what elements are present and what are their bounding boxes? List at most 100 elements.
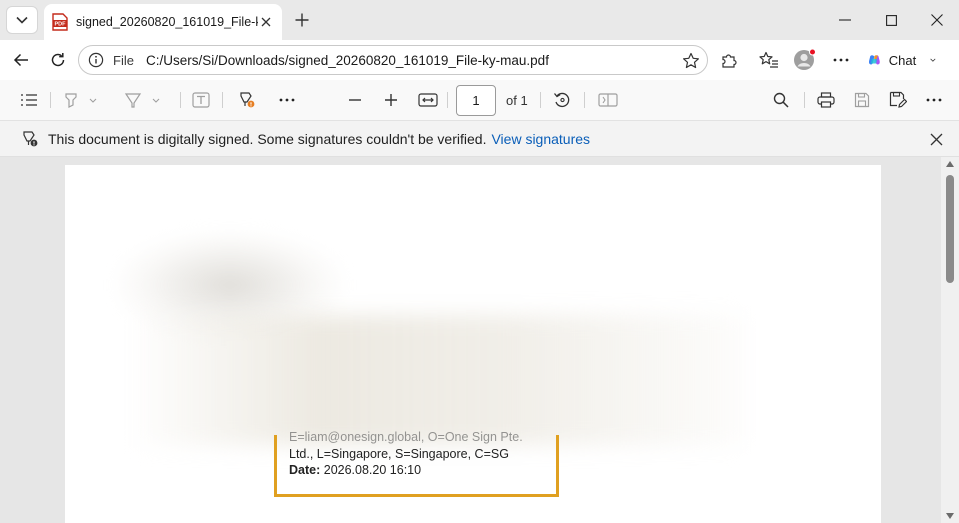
add-text-button[interactable] <box>190 88 212 112</box>
toolbar-divider <box>540 92 541 108</box>
toolbar-divider <box>584 92 585 108</box>
toolbar-divider <box>804 92 805 108</box>
scrollbar-thumb[interactable] <box>946 175 954 283</box>
address-bar-row: File C:/Users/Si/Downloads/signed_202608… <box>0 40 959 80</box>
refresh-button[interactable] <box>43 46 73 74</box>
refresh-icon <box>51 53 65 67</box>
scroll-down-arrow-icon[interactable] <box>946 513 954 519</box>
tab-actions-menu-button[interactable] <box>6 6 38 34</box>
chevron-down-icon[interactable] <box>930 57 936 63</box>
pdf-page[interactable]: E=liam@onesign.global, O=One Sign Pte. L… <box>65 165 881 523</box>
plus-icon <box>385 94 397 106</box>
pdf-favicon-label: PDF <box>55 22 67 28</box>
toolbar-divider <box>50 92 51 108</box>
more-horizontal-icon <box>926 98 942 102</box>
back-button[interactable] <box>6 46 36 74</box>
zoom-in-button[interactable] <box>380 88 402 112</box>
more-horizontal-icon <box>279 98 295 102</box>
contents-button[interactable] <box>18 88 40 112</box>
print-button[interactable] <box>814 88 838 112</box>
settings-more-button[interactable] <box>826 46 856 74</box>
minimize-button[interactable] <box>827 6 863 34</box>
signature-subject-line-partial: E=liam@onesign.global, O=One Sign Pte. <box>289 430 523 444</box>
pen-icon <box>124 93 142 108</box>
save-icon <box>854 92 870 108</box>
tab-strip: PDF signed_20260820_161019_File-ky-mau.p… <box>0 0 959 40</box>
url-text[interactable]: C:/Users/Si/Downloads/signed_20260820_16… <box>146 53 549 68</box>
chevron-down-icon <box>16 16 28 24</box>
toolbar-divider <box>180 92 181 108</box>
signature-subject-line: Ltd., L=Singapore, S=Singapore, C=SG <box>289 446 509 461</box>
signature-appearance-box[interactable]: E=liam@onesign.global, O=One Sign Pte. L… <box>274 430 559 497</box>
info-icon[interactable] <box>87 51 105 69</box>
profile-button[interactable] <box>790 46 820 74</box>
save-as-icon <box>889 91 907 108</box>
view-signatures-link[interactable]: View signatures <box>491 131 590 147</box>
chat-label: Chat <box>888 52 917 68</box>
info-bar-message: This document is digitally signed. Some … <box>48 130 487 147</box>
close-icon <box>261 17 271 27</box>
address-bar[interactable]: File C:/Users/Si/Downloads/signed_202608… <box>78 45 708 75</box>
pdf-toolbar: 1 of 1 <box>0 80 959 121</box>
more-tools-button[interactable] <box>276 88 298 112</box>
signature-date-value: 2026.08.20 16:10 <box>323 463 422 477</box>
copilot-icon <box>868 55 880 65</box>
toolbar-divider <box>447 92 448 108</box>
close-tab-button[interactable] <box>258 14 274 30</box>
draw-button[interactable] <box>120 88 164 112</box>
favorites-list-icon <box>759 51 778 68</box>
printer-icon <box>817 92 835 108</box>
page-view-button[interactable] <box>596 88 620 112</box>
pdf-file-icon: PDF <box>52 13 68 31</box>
avatar <box>794 48 816 70</box>
new-tab-button[interactable] <box>288 7 316 33</box>
close-icon <box>931 14 943 26</box>
maximize-button[interactable] <box>873 6 909 34</box>
close-window-button[interactable] <box>919 6 955 34</box>
minus-icon <box>349 99 361 101</box>
favorite-star-icon[interactable] <box>681 51 701 71</box>
page-count: of 1 <box>506 93 528 108</box>
extensions-button[interactable] <box>714 46 744 74</box>
pdf-viewer[interactable]: E=liam@onesign.global, O=One Sign Pte. L… <box>0 157 959 523</box>
favorites-button[interactable] <box>754 46 784 74</box>
arrow-left-icon <box>13 53 28 67</box>
pdf-more-options-button[interactable] <box>923 88 945 112</box>
more-horizontal-icon <box>833 58 849 62</box>
toolbar-divider <box>222 92 223 108</box>
url-scheme-label: File <box>113 52 134 68</box>
save-as-button[interactable] <box>886 88 910 112</box>
blurred-content <box>135 315 745 445</box>
highlight-button[interactable] <box>60 88 100 112</box>
highlighter-icon <box>65 93 77 108</box>
copilot-chat-button[interactable]: Chat <box>862 45 936 75</box>
signature-warning-icon <box>23 130 38 146</box>
signature-info-bar: This document is digitally signed. Some … <box>0 121 959 157</box>
minimize-icon <box>839 19 851 21</box>
puzzle-icon <box>722 54 737 68</box>
find-button[interactable] <box>770 88 792 112</box>
plus-icon <box>295 13 309 27</box>
close-icon <box>930 133 942 145</box>
page-number-input[interactable]: 1 <box>456 85 496 116</box>
maximize-icon <box>885 14 897 26</box>
vertical-scrollbar[interactable] <box>941 157 959 523</box>
table-of-contents-icon <box>21 94 37 106</box>
save-button[interactable] <box>850 88 874 112</box>
signature-button[interactable] <box>236 88 258 112</box>
search-icon <box>773 92 789 108</box>
zoom-out-button[interactable] <box>344 88 366 112</box>
active-tab[interactable]: PDF signed_20260820_161019_File-ky-mau.p… <box>44 4 282 40</box>
signature-date-line: Date: 2026.08.20 16:10 <box>289 462 544 479</box>
two-page-view-icon <box>598 93 618 107</box>
signature-pen-icon <box>240 92 255 108</box>
text-box-icon <box>192 92 210 108</box>
rotate-button[interactable] <box>550 88 574 112</box>
scroll-up-arrow-icon[interactable] <box>946 161 954 167</box>
dismiss-info-bar-button[interactable] <box>927 130 945 148</box>
signature-date-label: Date: <box>289 463 321 477</box>
fit-to-width-button[interactable] <box>416 88 440 112</box>
chevron-down-icon <box>89 98 97 103</box>
fit-width-icon <box>418 93 438 107</box>
chevron-down-icon <box>152 98 160 103</box>
